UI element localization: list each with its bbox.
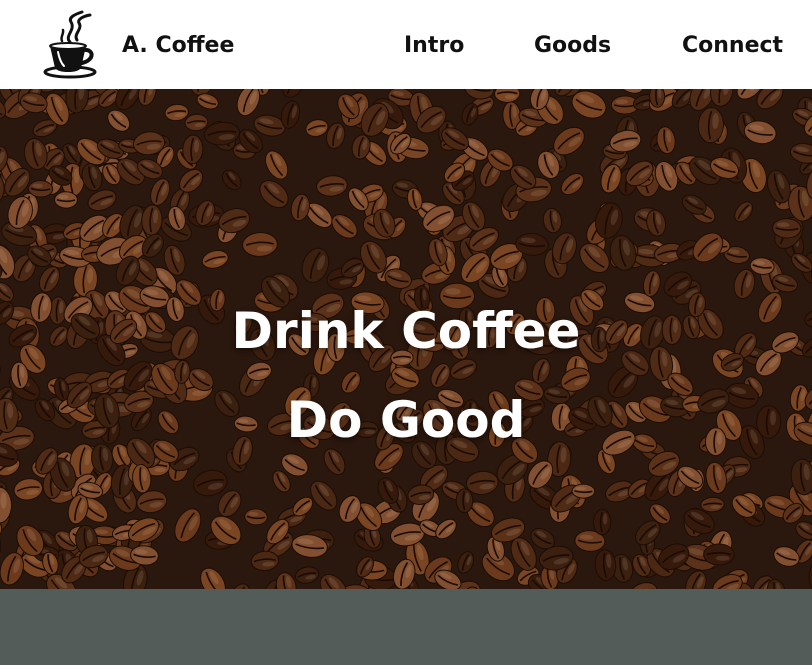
coffee-bean (316, 175, 348, 197)
coffee-bean (692, 232, 724, 263)
coffee-bean (710, 89, 734, 107)
hero-headline-line-2: Do Good (286, 390, 526, 449)
site-header: A. Coffee Intro Goods Connect (0, 0, 812, 89)
coffee-bean (228, 583, 250, 589)
coffee-bean (494, 89, 521, 103)
hero-section: Drink Coffee Do Good (0, 89, 812, 589)
coffee-bean (0, 580, 1, 589)
coffee-bean (323, 448, 346, 476)
coffee-bean (629, 582, 658, 589)
coffee-bean (221, 169, 242, 191)
nav-goods-link[interactable]: Goods (534, 30, 611, 62)
coffee-bean (13, 478, 44, 501)
coffee-cup-icon[interactable] (40, 8, 102, 80)
coffee-bean (808, 559, 812, 589)
coffee-bean (772, 218, 802, 239)
coffee-bean (201, 250, 229, 269)
coffee-bean (282, 89, 305, 98)
coffee-bean (435, 518, 457, 540)
coffee-bean (734, 201, 753, 223)
nav-intro-link[interactable]: Intro (404, 30, 464, 62)
coffee-bean (264, 150, 289, 180)
coffee-bean (455, 488, 474, 513)
coffee-bean (733, 268, 756, 300)
coffee-bean (259, 180, 289, 209)
coffee-bean (305, 119, 329, 137)
coffee-bean (164, 103, 189, 122)
coffee-bean (174, 508, 202, 543)
coffee-bean (560, 173, 585, 196)
coffee-bean (244, 508, 268, 526)
coffee-bean (275, 572, 297, 589)
coffee-bean (789, 143, 812, 164)
footer-band (0, 589, 812, 665)
coffee-bean (295, 566, 320, 584)
nav-connect-link[interactable]: Connect (682, 30, 783, 62)
coffee-bean (594, 549, 617, 581)
coffee-bean (236, 89, 261, 117)
coffee-bean (54, 191, 78, 209)
coffee-bean (579, 243, 610, 274)
coffee-bean (457, 551, 475, 574)
coffee-bean (571, 483, 596, 499)
coffee-bean (107, 109, 131, 132)
coffee-bean (242, 232, 278, 257)
coffee-bean (250, 550, 280, 572)
hero-headline-line-1: Drink Coffee (231, 301, 581, 360)
coffee-bean (331, 214, 358, 239)
coffee-bean (703, 543, 735, 566)
coffee-bean (184, 113, 209, 132)
coffee-bean (28, 180, 54, 198)
brand-name[interactable]: A. Coffee (122, 30, 234, 62)
coffee-bean (773, 546, 800, 567)
coffee-bean (150, 178, 171, 206)
coffee-bean (700, 496, 725, 513)
page: A. Coffee Intro Goods Connect Drink Coff… (0, 0, 812, 665)
coffee-bean (542, 207, 563, 234)
coffee-bean (200, 567, 226, 589)
coffee-bean (0, 360, 1, 383)
coffee-bean (592, 509, 612, 536)
coffee-bean (430, 363, 451, 388)
coffee-bean (182, 134, 204, 165)
coffee-bean (137, 89, 157, 106)
